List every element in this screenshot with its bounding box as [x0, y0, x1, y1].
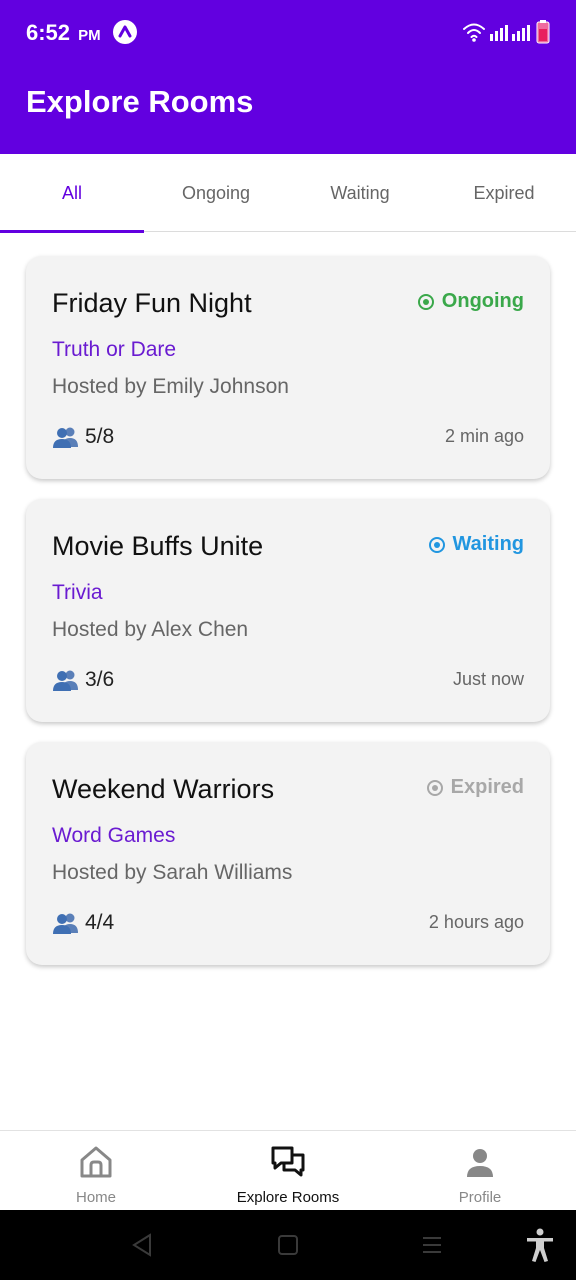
status-time-value: 6:52: [26, 20, 71, 45]
nav-profile[interactable]: Profile: [384, 1131, 576, 1211]
nav-explore-rooms[interactable]: Explore Rooms: [192, 1131, 384, 1211]
room-players: 3/6: [52, 668, 114, 692]
room-game: Trivia: [52, 581, 103, 604]
status-time: 6:52 PM: [26, 20, 101, 46]
status-time-ampm: PM: [78, 27, 101, 44]
room-card[interactable]: Weekend Warriors Expired Word Games Host…: [26, 742, 550, 965]
status-bar: 6:52 PM: [0, 0, 576, 66]
room-time: 2 hours ago: [428, 912, 524, 932]
room-host: Hosted by Sarah Williams: [52, 861, 293, 884]
room-card[interactable]: Friday Fun Night Ongoing Truth or Dare H…: [26, 256, 550, 479]
filter-tabs: All Ongoing Waiting Expired: [0, 154, 576, 233]
bottom-nav: Home Explore Rooms Profile: [0, 1130, 576, 1210]
room-time: 2 min ago: [444, 426, 524, 446]
nav-home-label: Home: [75, 1189, 116, 1206]
status-dot-icon: [428, 536, 445, 553]
room-status-label: Expired: [450, 776, 524, 798]
room-host: Hosted by Emily Johnson: [52, 375, 289, 398]
room-title: Movie Buffs Unite: [52, 531, 264, 561]
app-bar: Explore Rooms: [0, 66, 576, 154]
app-notification-icon: [113, 20, 137, 44]
room-status-label: Waiting: [452, 533, 524, 555]
room-status: Waiting: [428, 533, 524, 556]
nav-explore-rooms-label: Explore Rooms: [236, 1189, 340, 1206]
player-count: 5/8: [85, 425, 115, 448]
status-icons: [462, 20, 552, 44]
chat-bubbles-icon: [271, 1146, 305, 1177]
people-icon: [53, 427, 78, 448]
room-time: Just now: [452, 669, 524, 689]
battery-icon: [536, 20, 550, 44]
room-card[interactable]: Movie Buffs Unite Waiting Trivia Hosted …: [26, 499, 550, 722]
room-status-label: Ongoing: [441, 290, 524, 312]
room-players: 5/8: [52, 425, 114, 449]
room-players: 4/4: [52, 911, 114, 935]
nav-home[interactable]: Home: [0, 1131, 192, 1211]
room-host: Hosted by Alex Chen: [52, 618, 249, 641]
people-icon: [53, 913, 78, 934]
person-icon: [467, 1149, 493, 1177]
back-icon: [132, 1233, 151, 1257]
room-status: Ongoing: [417, 290, 524, 313]
status-dot-icon: [417, 293, 434, 310]
signal-icon: [490, 25, 530, 41]
people-icon: [53, 670, 78, 691]
status-dot-icon: [426, 779, 443, 796]
room-status: Expired: [426, 776, 524, 799]
home-icon: [80, 1146, 112, 1178]
tab-ongoing[interactable]: Ongoing: [144, 154, 288, 232]
tab-waiting[interactable]: Waiting: [288, 154, 432, 232]
player-count: 4/4: [85, 911, 115, 934]
system-nav-bar: [0, 1210, 576, 1280]
nav-profile-label: Profile: [458, 1189, 502, 1206]
recents-icon: [423, 1237, 441, 1253]
room-game: Truth or Dare: [52, 338, 177, 361]
room-title: Weekend Warriors: [52, 774, 275, 804]
player-count: 3/6: [85, 668, 115, 691]
accessibility-icon: [527, 1228, 553, 1262]
room-game: Word Games: [52, 824, 176, 847]
page-title: Explore Rooms: [26, 84, 254, 119]
tab-expired[interactable]: Expired: [432, 154, 576, 232]
home-square-icon: [278, 1235, 298, 1255]
room-title: Friday Fun Night: [52, 288, 252, 318]
tab-all[interactable]: All: [0, 154, 144, 233]
wifi-icon: [463, 23, 485, 38]
